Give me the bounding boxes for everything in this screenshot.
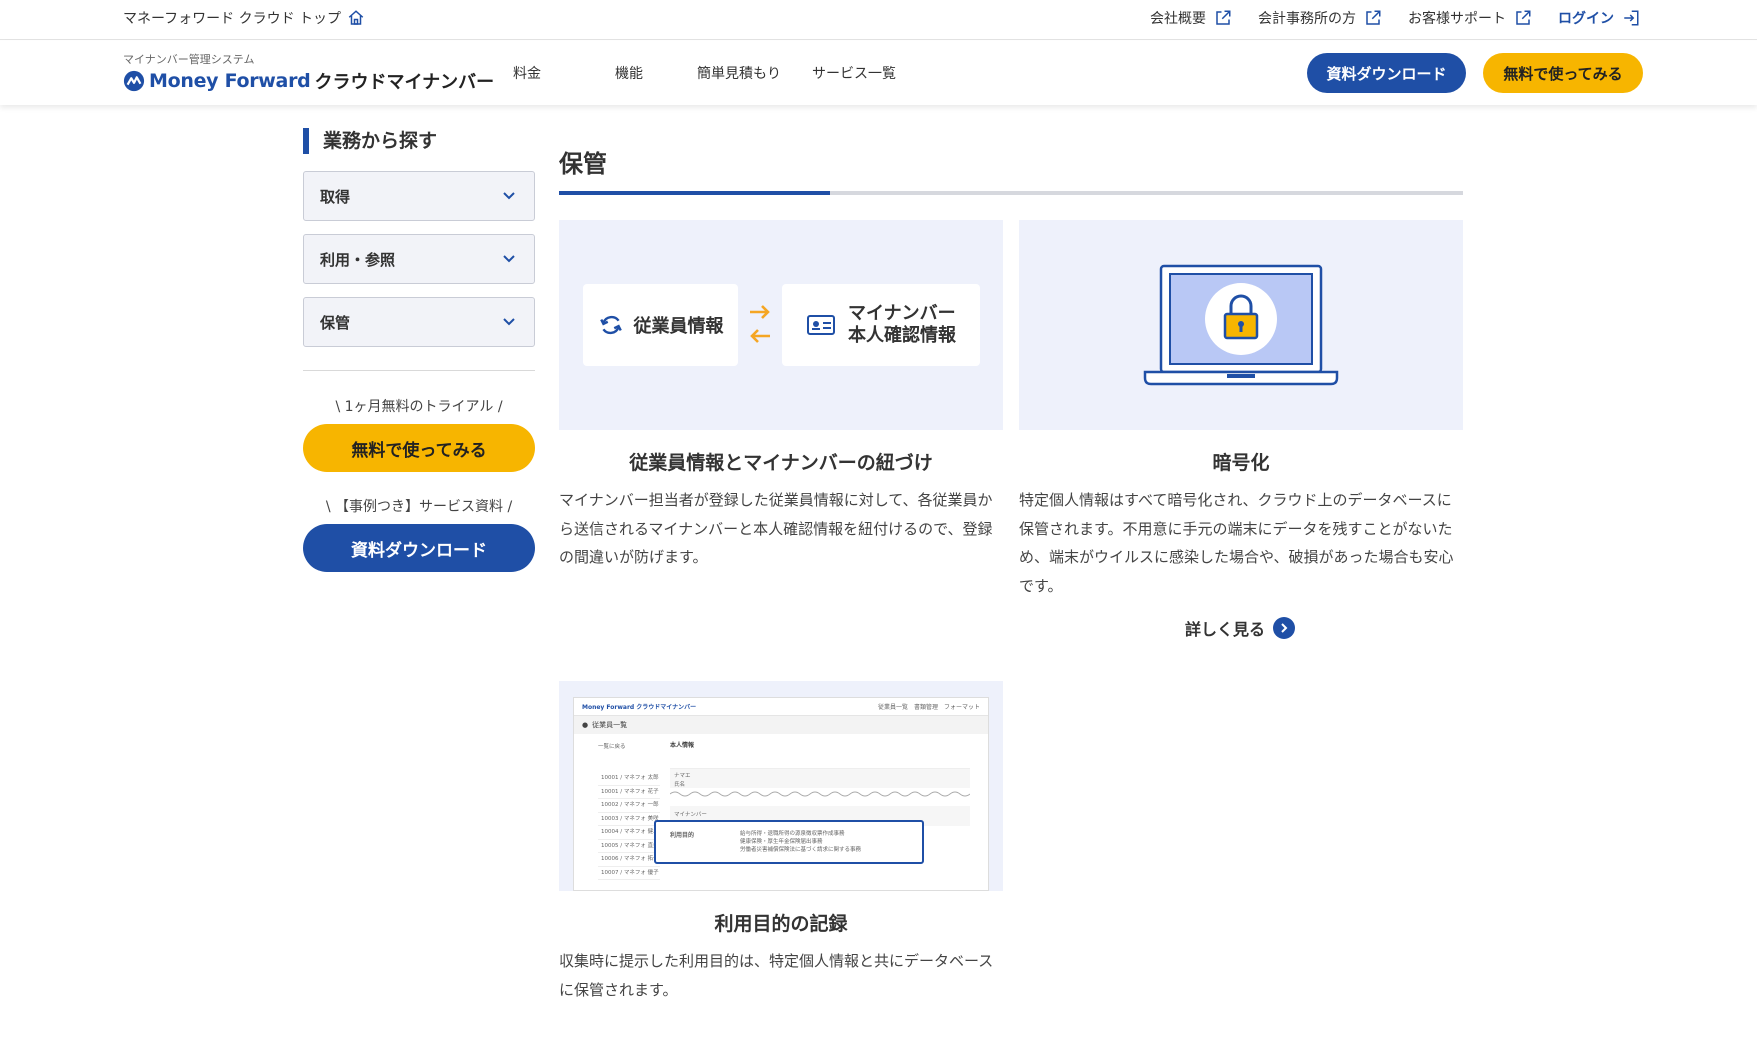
mock-field-mynumber: マイナンバー (674, 812, 707, 818)
global-header: マイナンバー管理システム Money Forward クラウドマイナンバー 料金… (0, 41, 1757, 105)
sidebar-item-acquire[interactable]: 取得 (303, 171, 535, 221)
mynumber-label: マイナンバー (848, 303, 956, 324)
cloud-top-link[interactable]: マネーフォワード クラウド トップ (123, 8, 365, 28)
title-underline-accent (559, 191, 830, 195)
mock-panel-title: 本人情報 (670, 742, 695, 749)
support-link-label: お客様サポート (1408, 11, 1506, 27)
encryption-illustration (1019, 220, 1463, 430)
employee-info-box: 従業員情報 (583, 284, 738, 366)
identity-label: 本人確認情報 (848, 325, 956, 346)
section-title: 保管 (559, 150, 607, 178)
mock-menu-2: 書類管理 (913, 704, 938, 711)
mock-employee: 10001 / マネフォ 太郎 (598, 772, 660, 786)
chevron-down-icon (503, 318, 515, 326)
logo-subtitle: マイナンバー管理システム (123, 53, 255, 66)
app-screenshot-mock: Money Forward クラウドマイナンバー 従業員一覧 書類管理 フォーマ… (573, 697, 989, 891)
trial-note: \ 1ヶ月無料のトライアル / (335, 399, 503, 415)
mock-purpose: 給与所得・退職所得の源泉徴収票作成事務 (740, 831, 845, 837)
nav-services[interactable]: サービス一覧 (812, 63, 896, 83)
purpose-highlight: 利用目的 給与所得・退職所得の源泉徴収票作成事務 健康保険・厚生年金保険届出事務… (654, 820, 924, 864)
logo-brand: Money Forward (149, 70, 311, 92)
home-icon (348, 10, 364, 25)
sidebar-trial-button[interactable]: 無料で使ってみる (303, 424, 535, 472)
sidebar-item-use[interactable]: 利用・参照 (303, 234, 535, 284)
wave-divider (670, 791, 970, 797)
sync-icon (599, 315, 622, 335)
chevron-down-icon (503, 192, 515, 200)
mock-purpose: 健康保険・厚生年金保険届出事務 (740, 839, 823, 845)
accounting-link-label: 会計事務所の方 (1258, 11, 1356, 27)
logo-product: クラウドマイナンバー (314, 72, 495, 93)
external-link-icon (1366, 10, 1381, 25)
sidebar-item-label: 保管 (320, 313, 351, 332)
sidebar-download-button[interactable]: 資料ダウンロード (303, 524, 535, 572)
site-logo[interactable]: Money Forward クラウドマイナンバー (123, 68, 494, 94)
mock-employee: 10002 / マネフォ 一郎 (598, 799, 660, 813)
mock-employee: 10001 / マネフォ 花子 (598, 786, 660, 799)
mock-field-purpose: 利用目的 (670, 832, 695, 839)
sidebar-title: 業務から探す (303, 128, 437, 154)
mock-section: 従業員一覧 (592, 721, 628, 729)
sidebar-item-label: 取得 (320, 187, 351, 206)
mock-employee: 10003 / マネフォ 美咲 (598, 813, 660, 826)
trial-button[interactable]: 無料で使ってみる (1483, 53, 1643, 93)
utility-bar: マネーフォワード クラウド トップ 会社概要 会計事務所の方 お客様サポート ロ… (0, 0, 1757, 40)
exchange-arrows-icon (750, 305, 770, 343)
nav-features[interactable]: 機能 (615, 63, 643, 83)
mock-employee-list: 10001 / マネフォ 太郎 10001 / マネフォ 花子 10002 / … (598, 772, 660, 880)
chevron-down-icon (503, 255, 515, 263)
nav-pricing[interactable]: 料金 (513, 63, 541, 83)
more-link-encryption[interactable]: 詳しく見る (1185, 616, 1296, 640)
chevron-right-icon (1273, 617, 1296, 639)
docs-note: \ 【事例つき】サービス資料 / (325, 499, 513, 515)
user-icon: ● (582, 721, 589, 729)
mock-employee: 10007 / マネフォ 優子 (598, 867, 660, 880)
mock-employee: 10006 / マネフォ 拓也 (598, 853, 660, 867)
card-title-purpose: 利用目的の記録 (714, 913, 848, 935)
support-link[interactable]: お客様サポート (1408, 8, 1532, 28)
mock-field-name: 氏名 (674, 782, 686, 788)
login-link-label: ログイン (1558, 11, 1614, 27)
nav-estimate[interactable]: 簡単見積もり (697, 63, 781, 83)
card-text-purpose: 収集時に提示した利用目的は、特定個人情報と共にデータベースに保管されます。 (559, 952, 994, 999)
mock-menu-3: フォーマット (943, 704, 980, 711)
id-card-icon (807, 315, 835, 335)
mock-field-kana: ナマエ (674, 773, 691, 779)
accounting-office-link[interactable]: 会計事務所の方 (1258, 8, 1382, 28)
link-illustration: 従業員情報 マイナンバー 本人確認情報 (559, 220, 1003, 430)
company-link[interactable]: 会社概要 (1150, 8, 1232, 28)
company-link-label: 会社概要 (1150, 11, 1206, 27)
purpose-screenshot: Money Forward クラウドマイナンバー 従業員一覧 書類管理 フォーマ… (559, 681, 1003, 891)
card-text-link: マイナンバー担当者が登録した従業員情報に対して、各従業員から送信されるマイナンバ… (559, 491, 993, 566)
mynumber-info-box: マイナンバー 本人確認情報 (782, 284, 980, 366)
sidebar-divider (303, 370, 535, 371)
card-title-link: 従業員情報とマイナンバーの紐づけ (629, 452, 933, 474)
mock-back: 一覧に戻る (598, 744, 626, 750)
sidebar-item-label: 利用・参照 (320, 250, 396, 269)
laptop-lock-icon (1143, 264, 1339, 386)
money-forward-logo-icon (123, 70, 145, 92)
home-link-label: マネーフォワード クラウド トップ (123, 11, 342, 27)
login-link[interactable]: ログイン (1558, 8, 1640, 28)
login-icon (1624, 10, 1639, 26)
download-button[interactable]: 資料ダウンロード (1307, 53, 1466, 93)
more-link-label: 詳しく見る (1185, 620, 1266, 639)
card-text-encryption: 特定個人情報はすべて暗号化され、クラウド上のデータベースに保管されます。不用意に… (1019, 491, 1454, 595)
external-link-icon (1516, 10, 1531, 25)
card-title-encryption: 暗号化 (1212, 452, 1270, 474)
mock-menu-1: 従業員一覧 (877, 704, 908, 711)
mock-employee: 10004 / マネフォ 健二 (598, 826, 660, 840)
external-link-icon (1216, 10, 1231, 25)
mock-purpose: 労働者災害補償保険法に基づく請求に関する事務 (740, 847, 862, 853)
sidebar-item-storage[interactable]: 保管 (303, 297, 535, 347)
employee-info-label: 従業員情報 (633, 316, 724, 337)
mock-employee: 10005 / マネフォ 直美 (598, 840, 660, 853)
mock-brand: Money Forward クラウドマイナンバー (582, 704, 697, 711)
